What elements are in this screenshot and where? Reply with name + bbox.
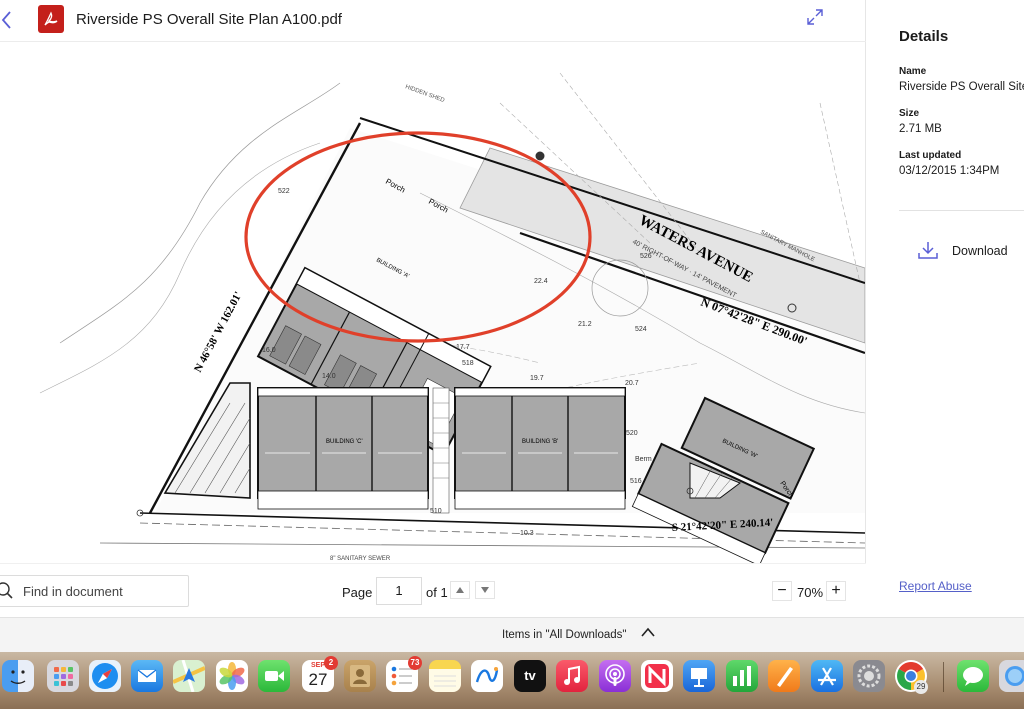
downloads-bar[interactable]: Items in "All Downloads" bbox=[0, 617, 1024, 652]
spot-elevation: 522 bbox=[278, 188, 290, 195]
spot-elevation: 21.2 bbox=[578, 321, 592, 328]
document-page[interactable]: Porch Porch BUILDING 'A' BUILDING 'C' BU… bbox=[0, 43, 865, 563]
spot-elevation: 14.0 bbox=[322, 373, 336, 380]
zoom-level: 70% bbox=[797, 585, 824, 600]
download-button[interactable]: Download bbox=[917, 240, 1024, 262]
keynote-icon[interactable] bbox=[683, 660, 715, 692]
document-title: Riverside PS Overall Site Plan A100.pdf bbox=[76, 11, 342, 28]
previous-page-button[interactable] bbox=[450, 581, 470, 599]
pages-icon[interactable] bbox=[768, 660, 800, 692]
downloads-label: Items in "All Downloads" bbox=[502, 629, 627, 641]
finder-icon[interactable] bbox=[2, 660, 34, 692]
download-label: Download bbox=[952, 244, 1008, 258]
apple-tv-icon[interactable]: tv bbox=[514, 660, 546, 692]
expand-icon bbox=[807, 9, 823, 25]
viewer-toolbar: Riverside PS Overall Site Plan A100.pdf bbox=[0, 0, 866, 42]
chevron-up-icon[interactable] bbox=[641, 627, 655, 637]
news-icon[interactable] bbox=[641, 660, 673, 692]
spot-elevation: 520 bbox=[626, 430, 638, 437]
find-field[interactable] bbox=[0, 575, 189, 607]
spot-elevation: 516 bbox=[630, 478, 642, 485]
download-icon bbox=[918, 242, 938, 259]
next-page-button[interactable] bbox=[475, 581, 495, 599]
contacts-icon[interactable] bbox=[344, 660, 376, 692]
preview-icon[interactable] bbox=[999, 660, 1024, 692]
maps-icon[interactable] bbox=[173, 660, 205, 692]
dock-divider bbox=[943, 662, 944, 692]
spot-elevation: 524 bbox=[635, 326, 647, 333]
details-heading: Details bbox=[899, 28, 949, 45]
page-count: of 1 bbox=[426, 585, 448, 600]
spot-elevation: 20.7 bbox=[625, 380, 639, 387]
page-label: Page bbox=[342, 585, 373, 600]
site-plan-drawing: Porch Porch BUILDING 'A' BUILDING 'C' BU… bbox=[39, 72, 865, 563]
system-settings-icon[interactable] bbox=[853, 660, 885, 692]
tv-label: tv bbox=[524, 668, 536, 683]
freeform-icon[interactable] bbox=[471, 660, 503, 692]
spot-elevation: 19.7 bbox=[530, 375, 544, 382]
document-viewer: Riverside PS Overall Site Plan A100.pdf bbox=[0, 0, 866, 617]
page-number-input[interactable]: 1 bbox=[376, 577, 422, 605]
building-b-label: BUILDING 'B' bbox=[522, 439, 558, 445]
spot-elevation: 10.3 bbox=[520, 530, 534, 537]
spot-elevation: 526 bbox=[640, 253, 652, 260]
divider bbox=[899, 210, 1024, 211]
reminders-badge: 73 bbox=[408, 656, 422, 670]
details-panel: Details Name Riverside PS Overall Site P… bbox=[867, 0, 1024, 617]
safari-icon[interactable] bbox=[89, 660, 121, 692]
building-c-label: BUILDING 'C' bbox=[326, 439, 363, 445]
hidden-shed-note: HIDDEN SHED bbox=[404, 84, 446, 104]
back-button[interactable] bbox=[0, 8, 16, 32]
calendar-day: 27 bbox=[308, 670, 328, 689]
expand-button[interactable] bbox=[806, 8, 826, 28]
notes-icon[interactable] bbox=[429, 660, 461, 692]
search-icon bbox=[0, 582, 13, 599]
spot-elevation: 16.0 bbox=[262, 347, 276, 354]
chrome-badge: 29 bbox=[914, 680, 928, 694]
zoom-out-button[interactable]: − bbox=[772, 581, 792, 601]
updated-label: Last updated bbox=[899, 150, 962, 161]
report-abuse-link[interactable]: Report Abuse bbox=[899, 579, 972, 593]
launchpad-icon[interactable] bbox=[47, 660, 79, 692]
size-value: 2.71 MB bbox=[899, 123, 942, 135]
name-value: Riverside PS Overall Site Plan A100.pdf bbox=[899, 81, 1024, 93]
zoom-in-button[interactable]: + bbox=[826, 581, 846, 601]
calendar-badge: 2 bbox=[324, 656, 338, 670]
numbers-icon[interactable] bbox=[726, 660, 758, 692]
chevron-left-icon bbox=[1, 11, 11, 29]
updated-value: 03/12/2015 1:34PM bbox=[899, 165, 1000, 177]
spot-elevation: 17.7 bbox=[456, 344, 470, 351]
triangle-up-icon bbox=[456, 587, 464, 593]
dock: SEP 27 2 73 tv 29 bbox=[0, 652, 1024, 709]
name-label: Name bbox=[899, 66, 927, 77]
viewer-footer: Page 1 of 1 − 70% + bbox=[0, 563, 866, 617]
mail-icon[interactable] bbox=[131, 660, 163, 692]
find-input[interactable] bbox=[23, 576, 183, 606]
facetime-icon[interactable] bbox=[258, 660, 290, 692]
sewer-note: 8" SANITARY SEWER bbox=[330, 556, 391, 562]
pdf-file-icon bbox=[38, 5, 64, 33]
music-icon[interactable] bbox=[556, 660, 588, 692]
spot-elevation: 518 bbox=[462, 360, 474, 367]
podcasts-icon[interactable] bbox=[599, 660, 631, 692]
app-store-icon[interactable] bbox=[811, 660, 843, 692]
triangle-down-icon bbox=[481, 587, 489, 593]
spot-elevation: 22.4 bbox=[534, 278, 548, 285]
berm-label: Berm bbox=[635, 456, 652, 463]
messages-icon[interactable] bbox=[957, 660, 989, 692]
spot-elevation: 510 bbox=[430, 508, 442, 515]
size-label: Size bbox=[899, 108, 920, 119]
photos-icon[interactable] bbox=[216, 660, 248, 692]
